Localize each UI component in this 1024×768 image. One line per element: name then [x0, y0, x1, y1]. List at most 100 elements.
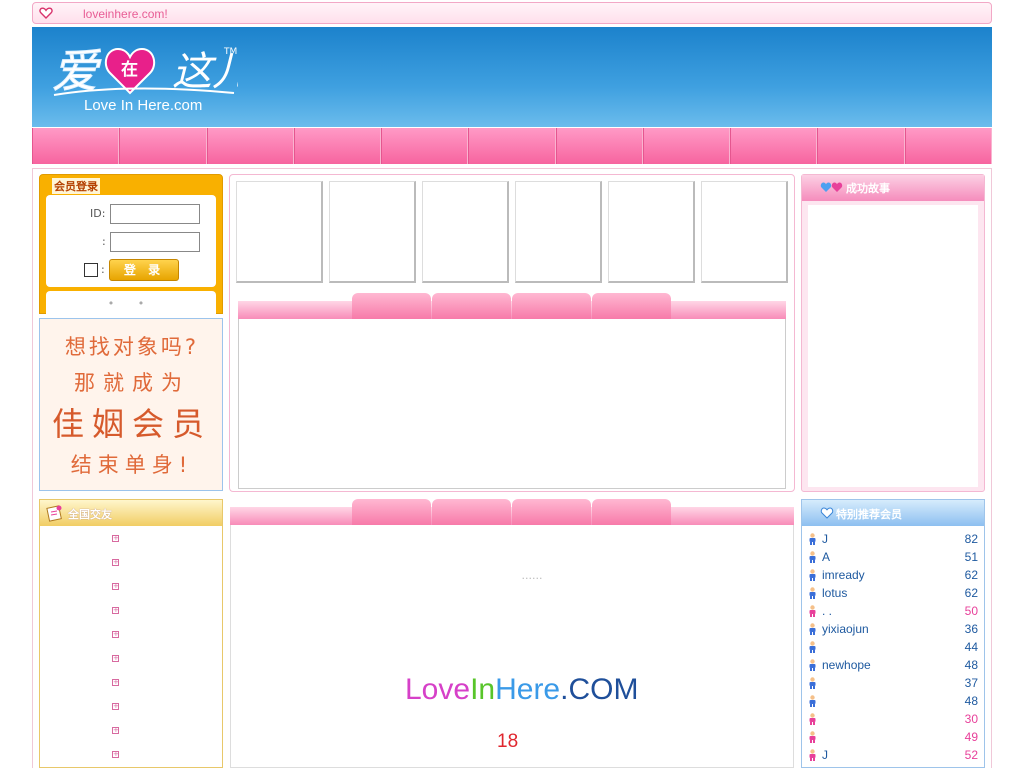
expand-icon[interactable]: +	[112, 679, 119, 686]
nav-item[interactable]	[555, 128, 643, 164]
id-input[interactable]	[110, 204, 200, 224]
ad-line-3: 佳姻会员	[51, 405, 212, 443]
member-photo[interactable]	[236, 181, 323, 283]
success-stories-panel: 成功故事	[801, 174, 985, 492]
tab[interactable]	[432, 499, 511, 525]
login-button[interactable]: 登 录	[109, 259, 179, 281]
person-male-icon	[809, 569, 816, 581]
nav-item[interactable]	[32, 128, 120, 164]
member-age: 62	[964, 568, 978, 582]
nav-item[interactable]	[904, 128, 992, 164]
list-item[interactable]: . . 50	[808, 603, 980, 621]
member-age: 37	[964, 676, 978, 690]
site-url-link[interactable]: loveinhere.com!	[83, 7, 168, 21]
expand-icon[interactable]: +	[112, 751, 119, 758]
success-stories-header: 成功故事	[802, 175, 984, 201]
list-item[interactable]: 48	[808, 693, 980, 711]
member-photo[interactable]	[422, 181, 509, 283]
tab[interactable]	[592, 293, 671, 319]
nav-item[interactable]	[381, 128, 469, 164]
member-age: 48	[964, 658, 978, 672]
expand-icon[interactable]: +	[112, 607, 119, 614]
brand-part: Love	[405, 673, 471, 706]
expand-icon[interactable]: +	[112, 631, 119, 638]
tab-content	[238, 319, 786, 489]
login-title: 会员登录	[52, 178, 100, 194]
member-photo[interactable]	[329, 181, 416, 283]
member-name[interactable]: J	[822, 532, 828, 546]
success-stories-content	[808, 205, 978, 487]
member-name[interactable]: J	[822, 748, 828, 762]
list-item[interactable]: 30	[808, 711, 980, 729]
tab[interactable]	[512, 293, 591, 319]
expand-icon[interactable]: +	[112, 655, 119, 662]
member-photo[interactable]	[608, 181, 695, 283]
list-item[interactable]: yixiaojun 36	[808, 621, 980, 639]
top-url-bar: loveinhere.com!	[32, 2, 992, 24]
recommended-members-title: 特别推荐会员	[836, 508, 902, 521]
heart-icon	[39, 7, 53, 19]
password-label: :	[102, 235, 106, 248]
tab-content: ...... LoveInHere.COM 18	[230, 525, 794, 768]
list-item[interactable]: J 82	[808, 531, 980, 549]
member-name[interactable]: yixiaojun	[822, 622, 869, 636]
ad-line-1: 想找对象吗?	[64, 335, 200, 359]
member-age: 36	[964, 622, 978, 636]
expand-icon[interactable]: +	[112, 583, 119, 590]
featured-members-panel	[229, 174, 795, 492]
member-name[interactable]: imready	[822, 568, 865, 582]
person-male-icon	[809, 587, 816, 599]
member-age: 51	[964, 550, 978, 564]
person-female-icon	[809, 749, 816, 761]
member-login-box: 会员登录 ID: : : 登 录 • •	[39, 174, 223, 317]
list-item[interactable]: newhope 48	[808, 657, 980, 675]
nav-item[interactable]	[293, 128, 382, 164]
brand-wordmark: LoveInHere.COM	[405, 673, 638, 707]
list-item[interactable]: lotus 62	[808, 585, 980, 603]
remember-label: :	[101, 263, 105, 276]
main-nav-bar	[32, 128, 992, 164]
list-item[interactable]: J 52	[808, 747, 980, 765]
member-photo[interactable]	[701, 181, 788, 283]
expand-icon[interactable]: +	[112, 559, 119, 566]
login-links-text[interactable]: • •	[46, 297, 216, 310]
expand-icon[interactable]: +	[112, 703, 119, 710]
tab-bar	[238, 293, 786, 319]
ad-line-4: 结束单身!	[70, 453, 194, 477]
nav-item[interactable]	[468, 128, 556, 164]
nav-item[interactable]	[642, 128, 731, 164]
member-name[interactable]: lotus	[822, 586, 847, 600]
tab[interactable]	[352, 499, 431, 525]
member-photo[interactable]	[515, 181, 602, 283]
person-male-icon	[809, 623, 816, 635]
logo-graphic: 爱 这儿	[52, 44, 239, 99]
membership-ad[interactable]: 想找对象吗? 那就成为 佳姻会员 结束单身!	[39, 318, 223, 491]
tab[interactable]	[592, 499, 671, 525]
brand-part: .COM	[560, 673, 639, 706]
age-notice: 18	[497, 731, 519, 752]
nav-item[interactable]	[817, 128, 905, 164]
tab[interactable]	[352, 293, 431, 319]
tab[interactable]	[432, 293, 511, 319]
expand-icon[interactable]: +	[112, 535, 119, 542]
list-item[interactable]: 37	[808, 675, 980, 693]
member-name[interactable]: . .	[822, 604, 832, 618]
nav-item[interactable]	[730, 128, 818, 164]
member-age: 49	[964, 730, 978, 744]
person-male-icon	[809, 677, 816, 689]
nav-item[interactable]	[119, 128, 207, 164]
password-input[interactable]	[110, 232, 200, 252]
list-item[interactable]: 49	[808, 729, 980, 747]
list-item[interactable]: A 51	[808, 549, 980, 567]
list-item[interactable]: 44	[808, 639, 980, 657]
list-item[interactable]: imready 62	[808, 567, 980, 585]
remember-checkbox[interactable]	[84, 263, 98, 277]
member-name[interactable]: A	[822, 550, 830, 564]
person-male-icon	[809, 659, 816, 671]
tab[interactable]	[512, 499, 591, 525]
nav-item[interactable]	[206, 128, 294, 164]
member-name[interactable]: newhope	[822, 658, 871, 672]
member-age: 48	[964, 694, 978, 708]
expand-icon[interactable]: +	[112, 727, 119, 734]
hearts-icon	[820, 182, 843, 192]
